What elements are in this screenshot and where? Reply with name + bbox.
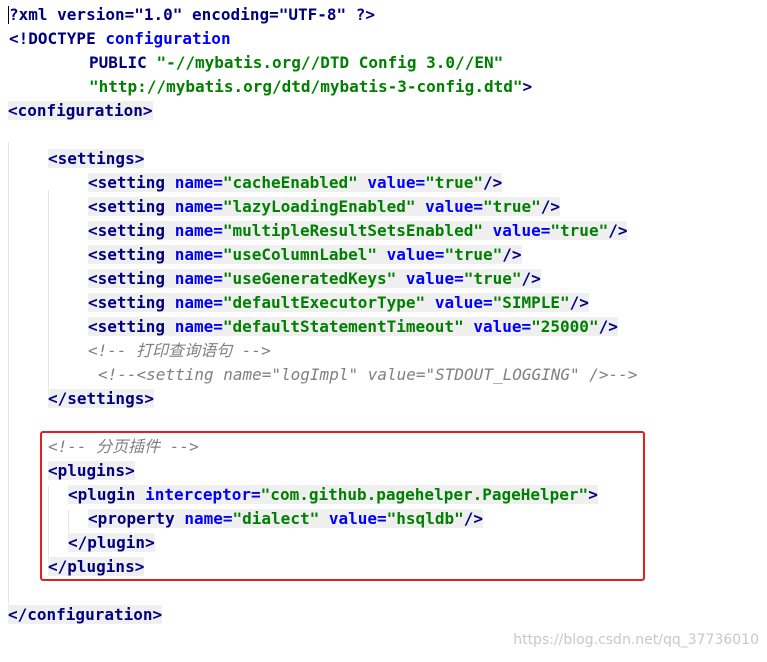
- self-close: />: [502, 245, 522, 264]
- setting-tag: <setting: [88, 293, 166, 312]
- doctype-name: configuration: [105, 29, 231, 48]
- setting-value: "true": [463, 269, 522, 288]
- code-line-setting[interactable]: <setting name="cacheEnabled" value="true…: [0, 171, 767, 195]
- value-attribute: value=: [492, 221, 551, 240]
- setting-value: "SIMPLE": [492, 293, 570, 312]
- highlight-box: [40, 431, 645, 581]
- value-attribute: value=: [425, 197, 483, 216]
- code-line-settings-open[interactable]: <settings>: [0, 147, 767, 171]
- xml-declaration: ?xml version="1.0" encoding="UTF-8" ?>: [9, 5, 376, 24]
- code-line-setting[interactable]: <setting name="multipleResultSetsEnabled…: [0, 219, 767, 243]
- comment-print-sql: <!-- 打印查询语句 -->: [88, 341, 271, 360]
- public-keyword: PUBLIC: [89, 53, 147, 72]
- system-id: "http://mybatis.org/dtd/mybatis-3-config…: [89, 77, 523, 96]
- code-line-comment[interactable]: <!--<setting name="logImpl" value="STDOU…: [0, 363, 767, 387]
- setting-value: "true": [482, 197, 541, 216]
- name-attribute: name=: [174, 173, 223, 192]
- watermark: https://blog.csdn.net/qq_37736010: [513, 632, 759, 648]
- code-line-public-id[interactable]: PUBLIC "-//mybatis.org//DTD Config 3.0//…: [0, 51, 767, 75]
- value-attribute: value=: [473, 317, 532, 336]
- code-line-setting[interactable]: <setting name="lazyLoadingEnabled" value…: [0, 195, 767, 219]
- name-attribute: name=: [174, 317, 223, 336]
- code-line-settings-close[interactable]: </settings>: [0, 387, 767, 411]
- code-line-configuration-open[interactable]: <configuration>: [0, 99, 767, 123]
- setting-tag: <setting: [88, 245, 166, 264]
- setting-tag: <setting: [88, 269, 166, 288]
- code-line-comment[interactable]: <!-- 打印查询语句 -->: [0, 339, 767, 363]
- setting-value: "true": [444, 245, 503, 264]
- code-line-setting[interactable]: <setting name="defaultExecutorType" valu…: [0, 291, 767, 315]
- setting-value: "true": [425, 173, 483, 192]
- self-close: />: [540, 197, 561, 216]
- comment-log-impl: <!--<setting name="logImpl" value="STDOU…: [98, 365, 638, 384]
- self-close: />: [608, 221, 628, 240]
- self-close: />: [569, 293, 589, 312]
- code-line-configuration-close[interactable]: </configuration>: [0, 603, 767, 627]
- code-line-xml-declaration[interactable]: ?xml version="1.0" encoding="UTF-8" ?>: [0, 3, 767, 27]
- setting-name-value: "multipleResultSetsEnabled": [222, 221, 483, 240]
- code-editor[interactable]: ?xml version="1.0" encoding="UTF-8" ?> <…: [0, 0, 767, 662]
- settings-close-tag: </settings>: [48, 389, 154, 408]
- value-attribute: value=: [367, 173, 426, 192]
- value-attribute: value=: [434, 293, 493, 312]
- value-attribute: value=: [386, 245, 445, 264]
- value-attribute: value=: [405, 269, 464, 288]
- settings-open-tag: <settings>: [48, 149, 145, 168]
- code-line-system-id[interactable]: "http://mybatis.org/dtd/mybatis-3-config…: [0, 75, 767, 99]
- self-close: />: [482, 173, 503, 192]
- setting-name-value: "useGeneratedKeys": [222, 269, 397, 288]
- setting-name-value: "cacheEnabled": [222, 173, 358, 192]
- code-line-setting[interactable]: <setting name="defaultStatementTimeout" …: [0, 315, 767, 339]
- setting-tag: <setting: [88, 221, 166, 240]
- setting-name-value: "useColumnLabel": [222, 245, 377, 264]
- configuration-open-tag: <configuration>: [8, 101, 153, 120]
- setting-name-value: "lazyLoadingEnabled": [222, 197, 416, 216]
- name-attribute: name=: [174, 221, 223, 240]
- code-line-setting[interactable]: <setting name="useColumnLabel" value="tr…: [0, 243, 767, 267]
- code-line-doctype[interactable]: <!DOCTYPE configuration: [0, 27, 767, 51]
- setting-value: "25000": [531, 317, 599, 336]
- self-close: />: [598, 317, 618, 336]
- setting-value: "true": [550, 221, 609, 240]
- setting-name-value: "defaultExecutorType": [222, 293, 426, 312]
- setting-tag: <setting: [88, 173, 166, 192]
- doctype-keyword: <!DOCTYPE: [9, 29, 96, 48]
- self-close: />: [521, 269, 541, 288]
- setting-tag: <setting: [88, 317, 166, 336]
- setting-tag: <setting: [88, 197, 166, 216]
- name-attribute: name=: [174, 245, 223, 264]
- code-line-setting[interactable]: <setting name="useGeneratedKeys" value="…: [0, 267, 767, 291]
- name-attribute: name=: [174, 197, 223, 216]
- configuration-close-tag: </configuration>: [8, 605, 163, 624]
- name-attribute: name=: [174, 293, 223, 312]
- name-attribute: name=: [174, 269, 223, 288]
- public-id: "-//mybatis.org//DTD Config 3.0//EN": [156, 53, 504, 72]
- doctype-close: >: [522, 77, 533, 96]
- setting-name-value: "defaultStatementTimeout": [222, 317, 464, 336]
